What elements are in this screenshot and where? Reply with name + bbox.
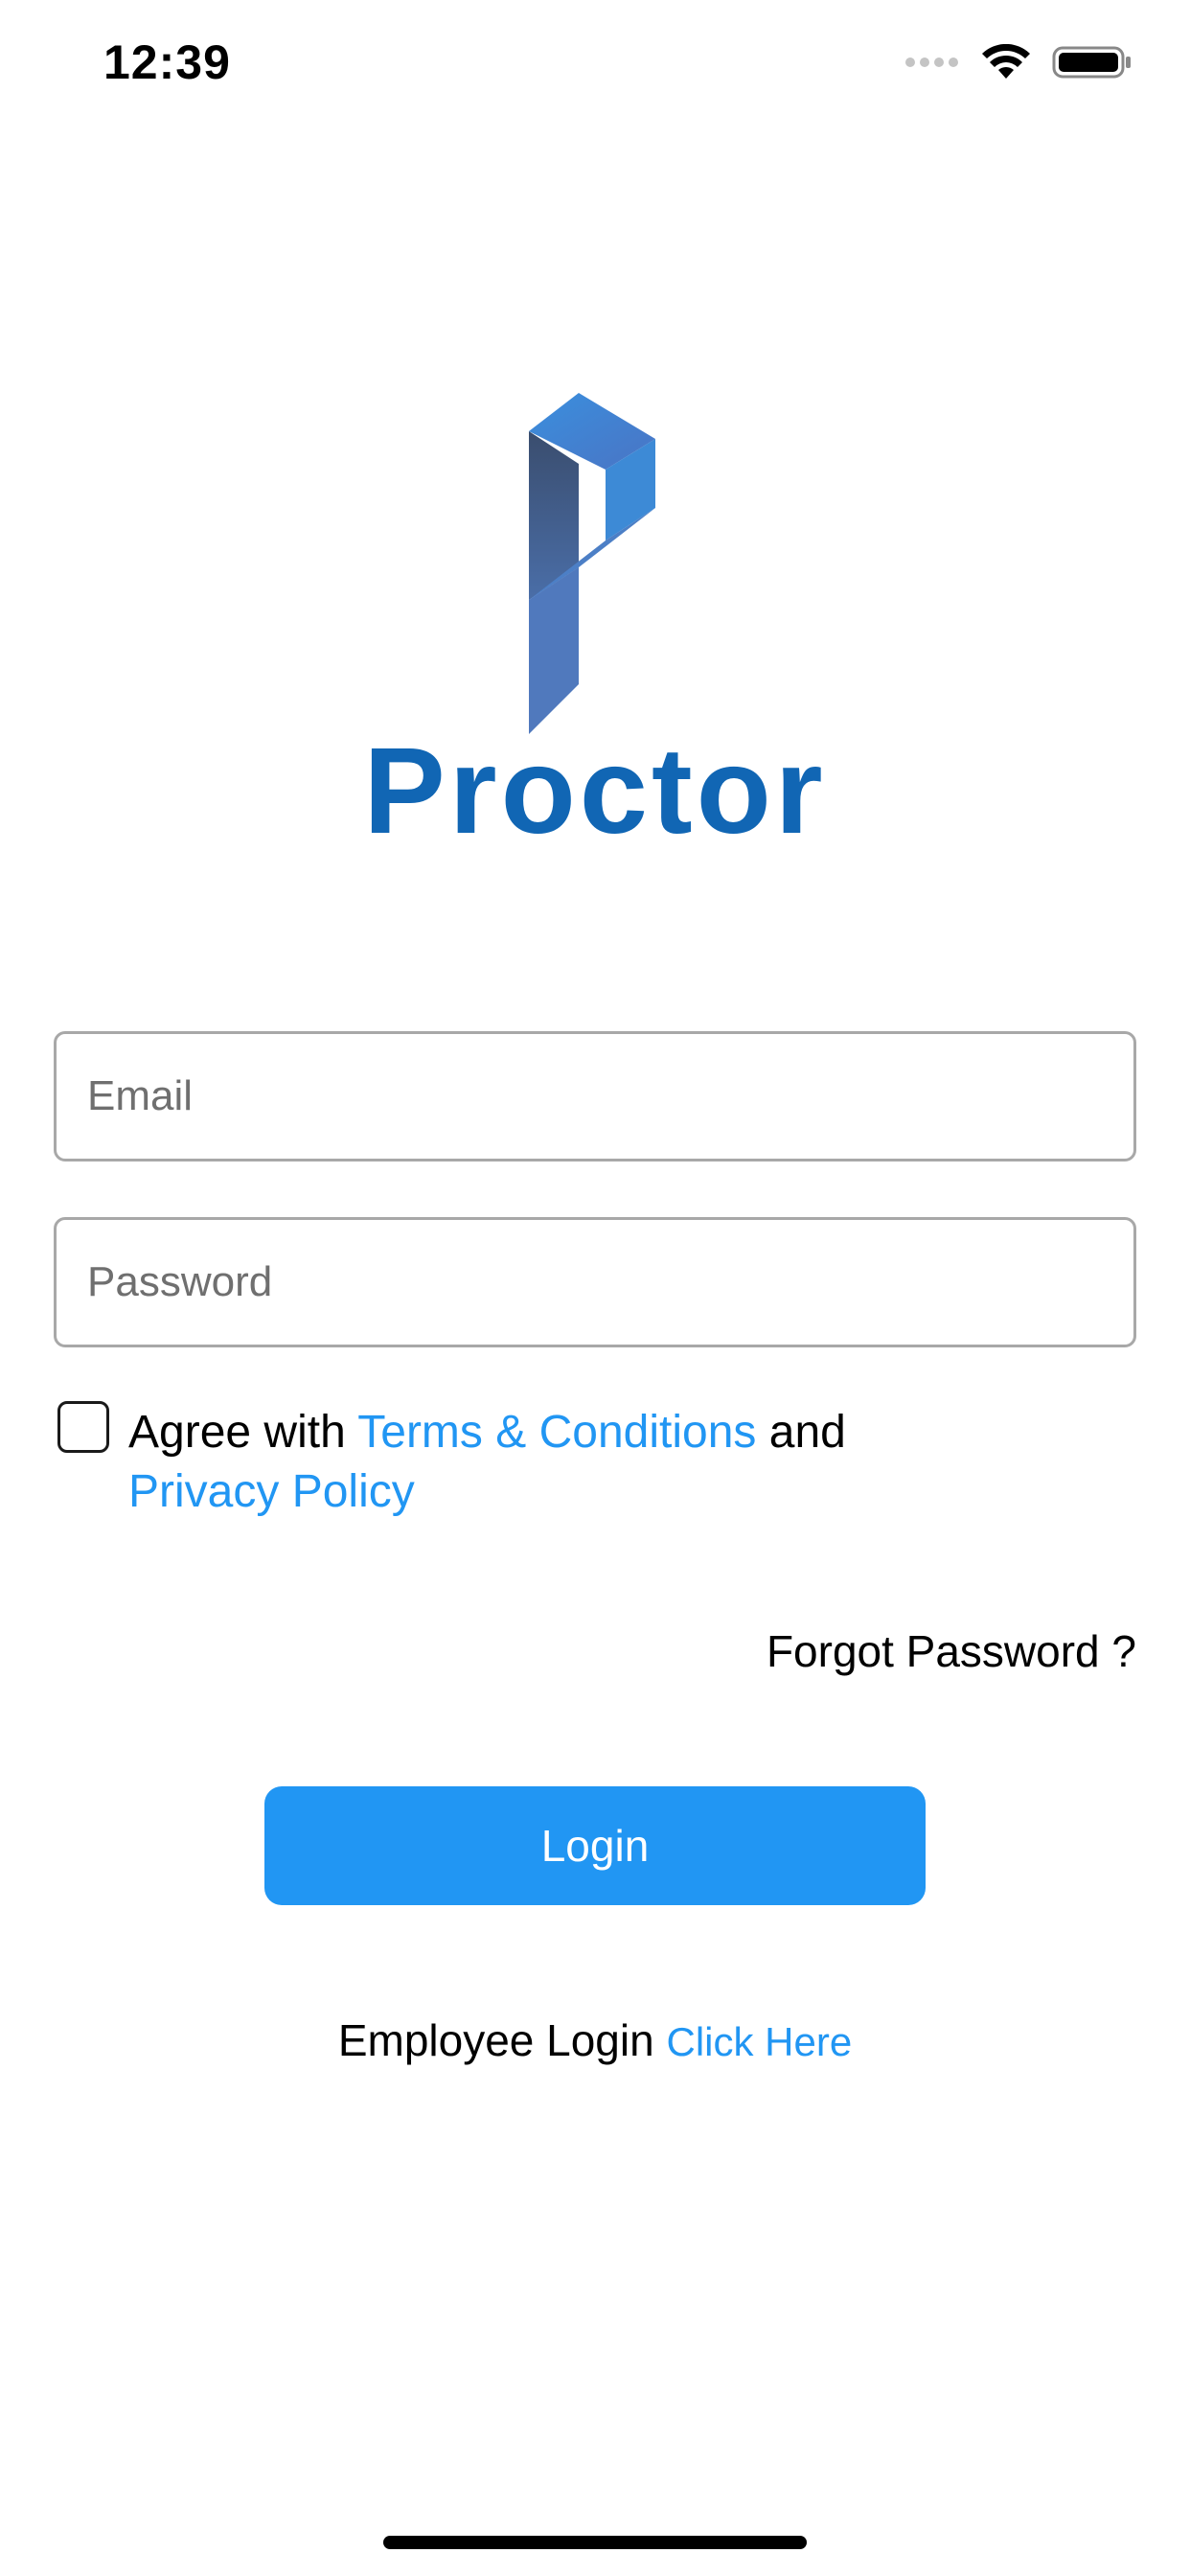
employee-login-row: Employee Login Click Here	[0, 2014, 1190, 2066]
login-button[interactable]: Login	[264, 1786, 926, 1905]
password-input[interactable]	[57, 1220, 1133, 1345]
privacy-policy-link[interactable]: Privacy Policy	[128, 1466, 415, 1517]
terms-conditions-link[interactable]: Terms & Conditions	[357, 1407, 756, 1458]
agree-text: Agree with Terms & Conditions and Privac…	[128, 1403, 1087, 1522]
cellular-signal-icon	[905, 58, 958, 67]
email-field[interactable]	[54, 1031, 1136, 1162]
home-indicator[interactable]	[383, 2536, 807, 2549]
agree-prefix: Agree with	[128, 1407, 346, 1458]
battery-icon	[1052, 46, 1131, 79]
password-field[interactable]	[54, 1217, 1136, 1347]
agree-checkbox[interactable]	[57, 1401, 109, 1453]
brand-name: Proctor	[363, 723, 827, 860]
forgot-password-link[interactable]: Forgot Password ?	[767, 1625, 1136, 1677]
employee-login-label: Employee Login	[337, 2015, 654, 2065]
proctor-logo-icon	[529, 393, 655, 734]
status-time: 12:39	[103, 35, 231, 89]
status-icons	[904, 44, 1133, 80]
wifi-icon	[982, 44, 1030, 79]
email-input[interactable]	[57, 1034, 1133, 1159]
agree-and: and	[768, 1407, 846, 1458]
employee-click-here-link[interactable]: Click Here	[666, 2019, 852, 2064]
